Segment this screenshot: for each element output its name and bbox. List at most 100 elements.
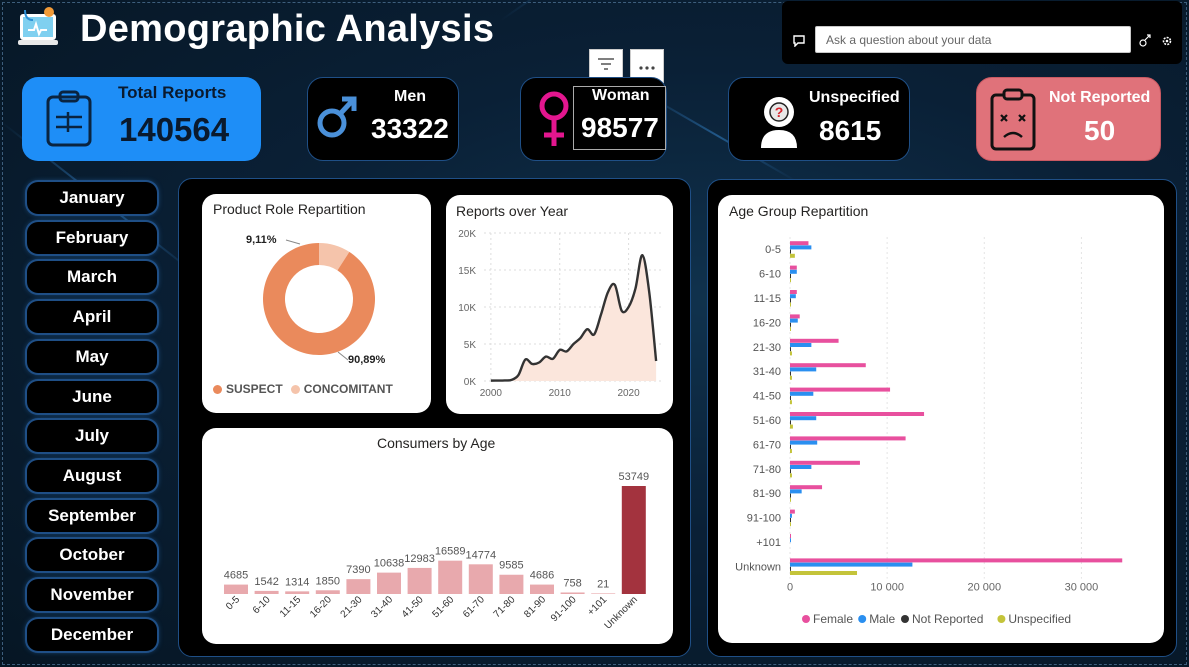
bar-male-81-90: [790, 489, 802, 494]
bar-Unknown: [621, 486, 646, 594]
y-tick-label: 5K: [464, 340, 477, 351]
bar-female-31-40: [790, 363, 866, 368]
x-tick-label-16-20: 16-20: [308, 594, 334, 620]
bar-not-reported-11-15: [790, 298, 791, 303]
bar-female-21-30: [790, 338, 839, 343]
bar-male-6-10: [790, 269, 797, 274]
bar-31-40: [377, 572, 401, 594]
x-tick-label-21-30: 21-30: [339, 594, 365, 620]
bar-male-0-5: [790, 245, 812, 250]
bar-11-15: [285, 591, 310, 594]
y-tick-label-11-15: 11-15: [754, 293, 781, 305]
y-tick-label-6-10: 6-10: [759, 269, 781, 281]
y-tick-label-71-80: 71-80: [753, 464, 781, 476]
kpi-unspecified[interactable]: ? Unspecified 8615: [728, 77, 910, 161]
data-label-41-50: 12983: [404, 553, 435, 565]
chat-icon: [793, 34, 805, 52]
y-tick-label-0-5: 0-5: [765, 244, 781, 256]
month-button-january[interactable]: January: [27, 182, 157, 214]
month-button-november[interactable]: November: [27, 579, 157, 611]
bar-female-81-90: [790, 485, 823, 490]
age-group-card[interactable]: Age Group Repartition 0 10 000 20 000 30 00…: [718, 195, 1164, 643]
share-icon[interactable]: [1139, 34, 1153, 52]
x-tick-label-+101: +101: [586, 594, 610, 618]
kpi-men[interactable]: Men 33322: [307, 77, 459, 161]
data-label-71-80: 9585: [499, 560, 523, 572]
x-tick-label: 30 000: [1065, 582, 1099, 594]
x-tick-label: 10 000: [870, 582, 904, 594]
month-button-september[interactable]: September: [27, 499, 157, 532]
bar-unspecified-81-90: [790, 497, 791, 502]
bar-male-91-100: [790, 513, 792, 518]
month-button-february[interactable]: February: [27, 221, 157, 254]
data-label-21-30: 7390: [346, 564, 370, 576]
reports-year-chart: 20K 15K 10K 5K 0K2000 2010 2020: [458, 229, 663, 399]
bar-female-11-15: [790, 290, 797, 294]
bar-61-70: [468, 564, 493, 594]
x-tick-label-51-60: 51-60: [430, 594, 456, 620]
month-button-april[interactable]: April: [27, 301, 157, 334]
qa-input[interactable]: [815, 26, 1131, 53]
bar-unspecified-61-70: [790, 449, 792, 453]
donut-slice-suspect: [263, 243, 375, 355]
product-role-legend: SUSPECT CONCOMITANT: [213, 382, 393, 396]
legend-swatch-suspect: [213, 384, 222, 394]
data-label-91-100: 758: [563, 577, 581, 589]
reports-year-card[interactable]: Reports over Year 20K 15K 10K 5K 0K 2000 2010 2…: [446, 195, 673, 414]
month-button-august[interactable]: August: [27, 459, 157, 492]
kpi-total-reports[interactable]: Total Reports 140564: [22, 77, 261, 161]
bar-+101: [591, 593, 616, 594]
bar-unspecified-16-20: [790, 327, 791, 331]
x-tick-label-6-10: 6-10: [251, 594, 273, 616]
x-tick-label: 2000: [480, 388, 503, 399]
consumers-age-card[interactable]: Consumers by Age 4685 0-5 1542 6-10 1314 11-1…: [202, 428, 673, 644]
bar-female-51-60: [790, 412, 925, 416]
x-tick-label-Unknown: Unknown: [603, 594, 640, 631]
donut-leader-line: [337, 351, 349, 361]
legend-female: Female: [813, 612, 853, 626]
bar-not-reported-6-10: [790, 274, 791, 278]
kpi-not-reported-label: Not Reported: [1049, 89, 1151, 106]
bar-not-reported-16-20: [790, 322, 791, 327]
bar-unspecified-41-50: [790, 400, 792, 405]
bar-not-reported-61-70: [790, 444, 791, 449]
month-button-october[interactable]: October: [27, 539, 157, 572]
bar-not-reported-51-60: [790, 420, 791, 425]
month-button-december[interactable]: December: [27, 618, 157, 651]
bar-female-Unknown: [790, 558, 1123, 563]
bar-not-reported-Unknown: [790, 566, 791, 571]
bar-51-60: [438, 560, 463, 594]
data-label-Unknown: 53749: [619, 471, 650, 483]
data-label-0-5: 4685: [224, 570, 248, 582]
donut-label-suspect: 90,89%: [348, 354, 386, 366]
bar-not-reported-71-80: [790, 469, 791, 474]
month-button-july[interactable]: July: [27, 420, 157, 453]
qa-visual: [782, 1, 1182, 64]
y-tick-label: 10K: [458, 303, 476, 314]
month-button-march[interactable]: March: [27, 261, 157, 294]
kpi-not-reported[interactable]: Not Reported 50: [976, 77, 1161, 161]
bar-unspecified-51-60: [790, 424, 793, 429]
bar-not-reported-31-40: [790, 371, 791, 376]
bar-not-reported-0-5: [790, 249, 791, 254]
kpi-total-value: 140564: [119, 111, 230, 148]
product-role-card[interactable]: Product Role Repartition 9,11% 90,89% SUS…: [202, 194, 431, 413]
product-role-donut: 9,11% 90,89%: [246, 234, 386, 366]
consumers-age-chart: 4685 0-5 1542 6-10 1314 11-15 1850 16-20 7390 21-…: [224, 471, 650, 632]
settings-icon[interactable]: [1161, 34, 1173, 52]
svg-text:?: ?: [775, 104, 784, 120]
bar-male-31-40: [790, 367, 817, 372]
legend-male: Male: [869, 612, 895, 626]
month-button-june[interactable]: June: [27, 380, 157, 413]
bar-91-100: [560, 592, 585, 594]
kpi-woman[interactable]: Woman 98577: [520, 77, 667, 161]
x-tick-label: 2020: [617, 388, 640, 399]
data-label-61-70: 14774: [466, 549, 497, 561]
bar-male-Unknown: [790, 562, 913, 567]
bar-81-90: [530, 584, 554, 594]
data-label-11-15: 1314: [285, 576, 309, 588]
data-label-16-20: 1850: [316, 575, 340, 587]
kpi-men-label: Men: [394, 88, 426, 105]
x-tick-label-31-40: 31-40: [369, 594, 395, 620]
month-button-may[interactable]: May: [27, 340, 157, 373]
